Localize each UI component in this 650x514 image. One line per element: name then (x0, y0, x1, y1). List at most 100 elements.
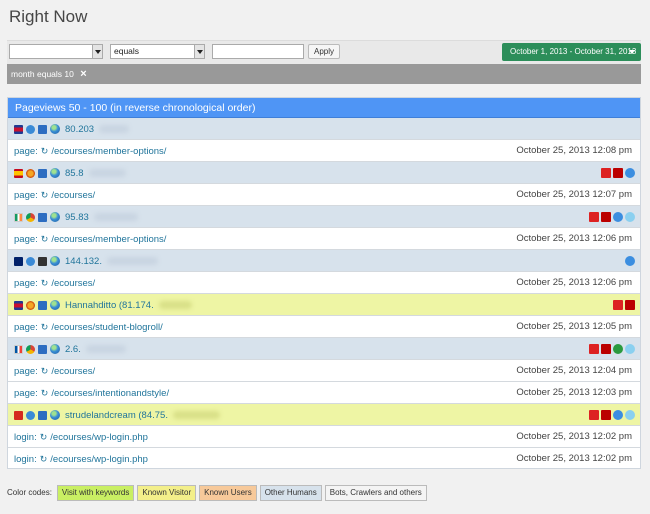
globe-icon[interactable] (50, 124, 60, 134)
pageview-path-link[interactable]: /ecourses/intentionandstyle/ (51, 388, 169, 399)
visitor-row[interactable]: strudelandcream (84.75. (8, 404, 640, 426)
pageviews-panel: Pageviews 50 - 100 (in reverse chronolog… (7, 97, 641, 469)
visitor-ident[interactable]: 144.132. (65, 256, 102, 267)
country-flag-icon (14, 212, 23, 222)
visitor-info: 144.132. (14, 250, 158, 272)
pageview-type: page: (14, 387, 38, 399)
globe-icon[interactable] (50, 212, 60, 222)
visitor-ident[interactable]: strudelandcream (84.75. (65, 410, 168, 421)
apply-button[interactable]: Apply (308, 44, 340, 59)
pageview-path-link[interactable]: /ecourses/member-options/ (51, 146, 166, 157)
action-icon[interactable] (601, 344, 611, 354)
pageview-info: page: ↻/ecourses/ (14, 272, 95, 294)
country-flag-icon (14, 300, 23, 310)
visitor-ident[interactable]: 85.8 (65, 168, 84, 179)
pageview-path-link[interactable]: /ecourses/ (51, 366, 95, 377)
filter-field-select[interactable] (9, 44, 103, 59)
action-icon[interactable] (625, 168, 635, 178)
globe-icon[interactable] (50, 300, 60, 310)
pageview-path-link[interactable]: /ecourses/wp-login.php (50, 432, 148, 443)
close-icon[interactable]: × (80, 68, 86, 80)
pageview-type: page: (14, 233, 38, 245)
action-icon[interactable] (613, 344, 623, 354)
filter-value-input[interactable] (212, 44, 304, 59)
pageview-path-link[interactable]: /ecourses/wp-login.php (50, 454, 148, 465)
action-icon[interactable] (601, 212, 611, 222)
visitor-ident[interactable]: 80.203 (65, 124, 94, 135)
pageview-path-link[interactable]: /ecourses/member-options/ (51, 234, 166, 245)
legend-known-users: Known Users (199, 484, 257, 501)
visitor-row[interactable]: Hannahditto (81.174. (8, 294, 640, 316)
country-flag-icon (14, 410, 23, 420)
redacted-ip (99, 125, 130, 133)
external-link-icon[interactable]: ↻ (41, 322, 49, 333)
legend-known-visitor: Known Visitor (137, 484, 197, 501)
external-link-icon[interactable]: ↻ (41, 234, 49, 245)
visitor-info: 85.8 (14, 162, 126, 184)
action-icon[interactable] (625, 410, 635, 420)
country-flag-icon (14, 168, 23, 178)
os-icon (38, 124, 47, 134)
globe-icon[interactable] (50, 410, 60, 420)
action-icon[interactable] (625, 300, 635, 310)
visitor-row[interactable]: 2.6. (8, 338, 640, 360)
action-icon[interactable] (625, 344, 635, 354)
browser-icon (26, 410, 35, 420)
pageview-path-link[interactable]: /ecourses/ (51, 278, 95, 289)
pageview-row: login: ↻/ecourses/wp-login.php October 25,… (8, 448, 640, 468)
date-range-button[interactable]: October 1, 2013 - October 31, 2013 (502, 43, 641, 61)
external-link-icon[interactable]: ↻ (41, 366, 49, 377)
external-link-icon[interactable]: ↻ (40, 432, 48, 443)
pageview-info: page: ↻/ecourses/intentionandstyle/ (14, 382, 169, 404)
visitor-row[interactable]: 80.203 (8, 118, 640, 140)
action-icon[interactable] (589, 410, 599, 420)
filter-operator-select[interactable]: equals (110, 44, 205, 59)
active-filter-bar: month equals 10 × (7, 64, 641, 84)
pageview-info: page: ↻/ecourses/member-options/ (14, 228, 166, 250)
pageview-row: page: ↻/ecourses/member-options/October 2… (8, 140, 640, 162)
external-link-icon[interactable]: ↻ (40, 454, 48, 465)
pageview-type: page: (14, 277, 38, 289)
visitor-list: 80.203 page: ↻/ecourses/member-options/Oct… (8, 118, 640, 468)
external-link-icon[interactable]: ↻ (41, 190, 49, 201)
visitor-actions (589, 344, 635, 354)
visitor-ident[interactable]: 95.83 (65, 212, 89, 223)
action-icon[interactable] (613, 410, 623, 420)
visitor-row[interactable]: 85.8 (8, 162, 640, 184)
os-icon (38, 300, 47, 310)
pageview-row: page: ↻/ecourses/member-options/October 2… (8, 228, 640, 250)
visitor-ident[interactable]: 2.6. (65, 344, 81, 355)
action-icon[interactable] (601, 410, 611, 420)
globe-icon[interactable] (50, 344, 60, 354)
country-flag-icon (14, 124, 23, 134)
visitor-ident[interactable]: Hannahditto (81.174. (65, 300, 154, 311)
action-icon[interactable] (613, 168, 623, 178)
pageview-type: page: (14, 189, 38, 201)
action-icon[interactable] (589, 344, 599, 354)
globe-icon[interactable] (50, 168, 60, 178)
filter-operator-value: equals (114, 46, 140, 56)
action-icon[interactable] (613, 300, 623, 310)
pageview-type: page: (14, 365, 38, 377)
pageview-info: page: ↻/ecourses/ (14, 360, 95, 382)
visitor-row[interactable]: 95.83 (8, 206, 640, 228)
external-link-icon[interactable]: ↻ (41, 146, 49, 157)
action-icon[interactable] (625, 212, 635, 222)
visitor-info: Hannahditto (81.174. (14, 294, 192, 316)
redacted-ip (158, 301, 192, 309)
pageview-info: page: ↻/ecourses/student-blogroll/ (14, 316, 163, 338)
action-icon[interactable] (613, 212, 623, 222)
visitor-row[interactable]: 144.132. (8, 250, 640, 272)
pageview-path-link[interactable]: /ecourses/ (51, 190, 95, 201)
os-icon (38, 256, 47, 266)
action-icon[interactable] (625, 256, 635, 266)
globe-icon[interactable] (50, 256, 60, 266)
external-link-icon[interactable]: ↻ (41, 278, 49, 289)
pageview-time: October 25, 2013 12:04 pm (516, 365, 632, 376)
pageview-path-link[interactable]: /ecourses/student-blogroll/ (51, 322, 162, 333)
external-link-icon[interactable]: ↻ (41, 388, 49, 399)
action-icon[interactable] (601, 168, 611, 178)
action-icon[interactable] (589, 212, 599, 222)
chevron-down-icon (194, 45, 204, 58)
pageview-type: page: (14, 321, 38, 333)
